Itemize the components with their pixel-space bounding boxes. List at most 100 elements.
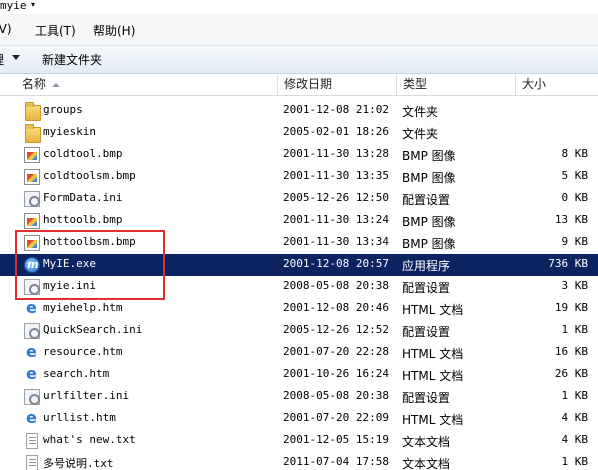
file-type: 配置设置 <box>402 391 451 405</box>
bmp-icon <box>24 213 40 229</box>
file-row[interactable]: what's new.txt 2001-12-05 15:19 文本文档 4 KB <box>0 430 598 452</box>
file-date: 2001-12-08 20:57 <box>283 257 389 270</box>
file-name: urlfilter.ini <box>43 389 130 402</box>
menu-bar: (V) 工具(T) 帮助(H) <box>0 14 598 46</box>
file-name: QuickSearch.ini <box>43 323 143 336</box>
html-icon <box>24 342 40 361</box>
file-size: 736 KB <box>548 257 588 270</box>
file-name: 多号说明.txt <box>43 457 114 470</box>
sort-ascending-icon <box>52 82 61 87</box>
file-row[interactable]: MyIE.exe 2001-12-08 20:57 应用程序 736 KB <box>0 254 598 276</box>
window-title: myie <box>0 0 27 12</box>
file-date: 2001-12-05 15:19 <box>283 433 389 446</box>
file-type: 文件夹 <box>402 127 439 141</box>
file-size: 9 KB <box>561 235 589 248</box>
file-type: BMP 图像 <box>402 237 456 251</box>
file-row[interactable]: coldtoolsm.bmp 2001-11-30 13:35 BMP 图像 5 KB <box>0 166 598 188</box>
file-name: myie.ini <box>43 279 96 292</box>
file-date: 2008-05-08 20:38 <box>283 279 389 292</box>
file-type: HTML 文档 <box>402 347 464 361</box>
file-size: 19 KB <box>554 301 588 314</box>
file-row[interactable]: myieskin 2005-02-01 18:26 文件夹 <box>0 122 598 144</box>
file-date: 2001-11-30 13:24 <box>283 213 389 226</box>
column-label: 名称 <box>22 77 47 91</box>
file-type: BMP 图像 <box>402 149 456 163</box>
ini-icon <box>24 323 40 339</box>
file-date: 2001-07-20 22:09 <box>283 411 389 424</box>
column-label: 大小 <box>522 77 547 91</box>
file-name: FormData.ini <box>43 191 123 204</box>
organize-dropdown-icon[interactable] <box>12 55 20 60</box>
file-row[interactable]: 多号说明.txt 2011-07-04 17:58 文本文档 1 KB <box>0 452 598 470</box>
file-row[interactable]: urllist.htm 2001-07-20 22:09 HTML 文档 4 KB <box>0 408 598 430</box>
bmp-icon <box>24 169 40 185</box>
column-header-name[interactable]: 名称 <box>0 74 278 96</box>
file-name: myieskin <box>43 125 96 138</box>
menu-help[interactable]: 帮助(H) <box>93 22 135 39</box>
text-file-icon <box>26 455 38 470</box>
file-type: 文本文档 <box>402 435 451 449</box>
file-size: 1 KB <box>561 455 589 468</box>
column-header-date[interactable]: 修改日期 <box>278 74 397 96</box>
file-size: 16 KB <box>554 345 588 358</box>
file-row[interactable]: hottoolb.bmp 2001-11-30 13:24 BMP 图像 13 KB <box>0 210 598 232</box>
column-label: 修改日期 <box>284 77 333 91</box>
file-name: search.htm <box>43 367 110 380</box>
file-type: HTML 文档 <box>402 413 464 427</box>
file-type: 配置设置 <box>402 325 451 339</box>
window-titlebar: myie ▾ <box>0 0 598 14</box>
bmp-icon <box>24 147 40 163</box>
html-icon <box>24 364 40 383</box>
file-name: what's new.txt <box>43 433 136 446</box>
file-date: 2001-12-08 21:02 <box>283 103 389 116</box>
file-size: 3 KB <box>561 279 589 292</box>
file-row[interactable]: hottoolbsm.bmp 2001-11-30 13:34 BMP 图像 9 KB <box>0 232 598 254</box>
column-header-type[interactable]: 类型 <box>397 74 516 96</box>
file-row[interactable]: coldtool.bmp 2001-11-30 13:28 BMP 图像 8 KB <box>0 144 598 166</box>
file-date: 2001-11-30 13:35 <box>283 169 389 182</box>
file-date: 2008-05-08 20:38 <box>283 389 389 402</box>
file-name: myiehelp.htm <box>43 301 123 314</box>
html-icon <box>24 408 40 427</box>
file-type: 文本文档 <box>402 457 451 470</box>
title-dropdown-icon[interactable]: ▾ <box>31 0 35 9</box>
file-type: 文件夹 <box>402 105 439 119</box>
file-row[interactable]: FormData.ini 2005-12-26 12:50 配置设置 0 KB <box>0 188 598 210</box>
file-name: hottoolbsm.bmp <box>43 235 136 248</box>
new-folder-button[interactable]: 新建文件夹 <box>42 51 102 68</box>
file-type: HTML 文档 <box>402 303 464 317</box>
file-size: 13 KB <box>554 213 588 226</box>
text-file-icon <box>26 433 38 449</box>
file-row[interactable]: urlfilter.ini 2008-05-08 20:38 配置设置 1 KB <box>0 386 598 408</box>
file-row[interactable]: myiehelp.htm 2001-12-08 20:46 HTML 文档 19 KB <box>0 298 598 320</box>
file-name: coldtoolsm.bmp <box>43 169 136 182</box>
file-row[interactable]: search.htm 2001-10-26 16:24 HTML 文档 26 KB <box>0 364 598 386</box>
file-row[interactable]: groups 2001-12-08 21:02 文件夹 <box>0 100 598 122</box>
ini-icon <box>24 191 40 207</box>
file-date: 2011-07-04 17:58 <box>283 455 389 468</box>
file-name: groups <box>43 103 83 116</box>
column-label: 类型 <box>403 77 428 91</box>
file-date: 2001-07-20 22:28 <box>283 345 389 358</box>
organize-button[interactable]: 理 <box>0 51 4 68</box>
file-name: hottoolb.bmp <box>43 213 123 226</box>
menu-view[interactable]: (V) <box>0 22 12 36</box>
file-row[interactable]: resource.htm 2001-07-20 22:28 HTML 文档 16 KB <box>0 342 598 364</box>
file-size: 26 KB <box>554 367 588 380</box>
file-date: 2005-12-26 12:52 <box>283 323 389 336</box>
folder-icon <box>25 102 41 121</box>
exe-icon <box>24 257 40 273</box>
file-type: BMP 图像 <box>402 171 456 185</box>
html-icon <box>24 298 40 317</box>
file-size: 8 KB <box>561 147 589 160</box>
file-type: 配置设置 <box>402 193 451 207</box>
file-size: 4 KB <box>561 433 589 446</box>
file-size: 4 KB <box>561 411 589 424</box>
column-header-size[interactable]: 大小 <box>516 74 598 96</box>
file-size: 0 KB <box>561 191 589 204</box>
file-row[interactable]: myie.ini 2008-05-08 20:38 配置设置 3 KB <box>0 276 598 298</box>
file-date: 2001-11-30 13:34 <box>283 235 389 248</box>
column-header: 名称 修改日期 类型 大小 <box>0 74 598 96</box>
menu-tools[interactable]: 工具(T) <box>35 22 76 39</box>
file-row[interactable]: QuickSearch.ini 2005-12-26 12:52 配置设置 1 KB <box>0 320 598 342</box>
